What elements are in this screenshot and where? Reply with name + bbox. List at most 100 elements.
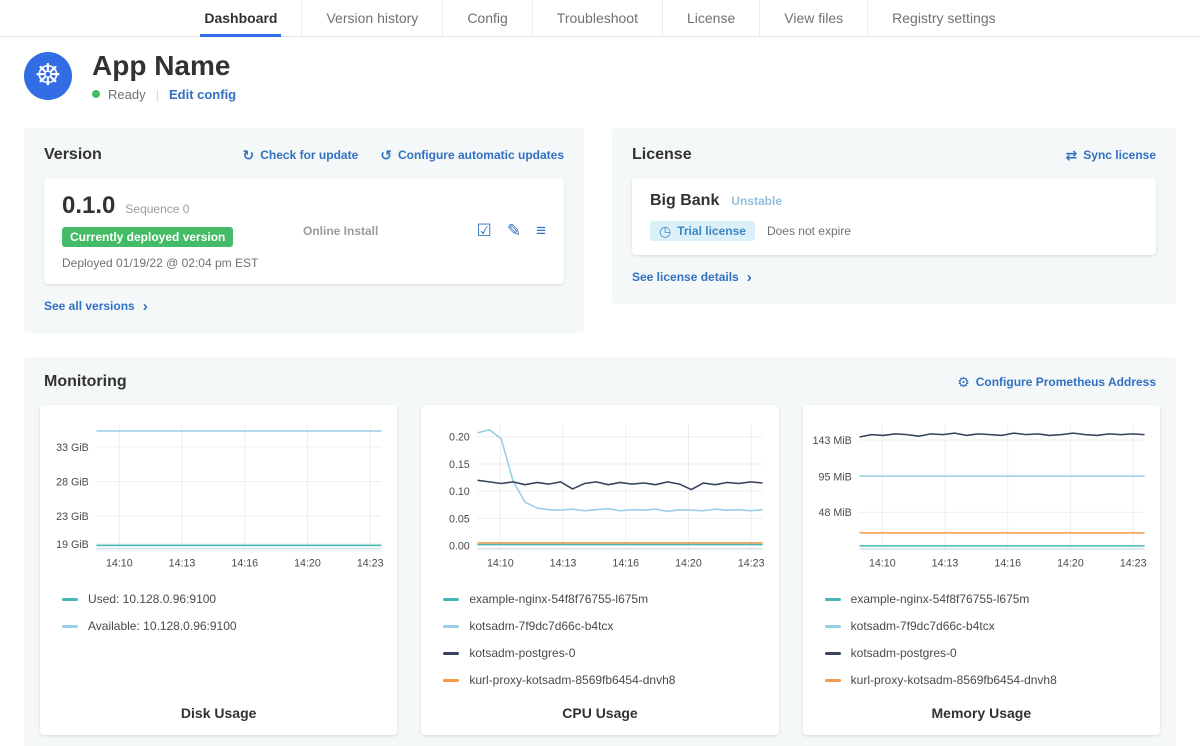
- app-status: Ready: [108, 87, 146, 102]
- tab-dashboard[interactable]: Dashboard: [180, 0, 301, 36]
- refresh-icon: ↻: [243, 148, 255, 162]
- release-notes-icon[interactable]: ≡: [536, 222, 546, 239]
- cpu-usage-legend: example-nginx-54f8f76755-l675m kotsadm-7f…: [443, 592, 770, 687]
- legend-item: kotsadm-postgres-0: [443, 646, 770, 660]
- current-version-card: 0.1.0 Sequence 0 Currently deployed vers…: [44, 178, 564, 284]
- preflight-checks-icon[interactable]: ☑: [477, 222, 492, 239]
- edit-config-icon[interactable]: ✎: [507, 222, 521, 239]
- tab-troubleshoot[interactable]: Troubleshoot: [532, 0, 662, 36]
- svg-text:14:23: 14:23: [357, 558, 384, 570]
- divider: |: [154, 87, 161, 102]
- legend-color-dash: [62, 598, 78, 601]
- legend-item: kurl-proxy-kotsadm-8569fb6454-dnvh8: [443, 673, 770, 687]
- memory-usage-chart: 143 MiB 95 MiB 48 MiB 14:10 14:13 14:16 14:20 1…: [811, 417, 1152, 580]
- legend-item: kotsadm-7f9dc7d66c-b4tcx: [825, 619, 1152, 633]
- check-for-update-link[interactable]: ↻ Check for update: [243, 148, 359, 162]
- svg-text:0.00: 0.00: [449, 541, 470, 553]
- sync-license-link[interactable]: ⇄ Sync license: [1066, 148, 1156, 162]
- svg-text:48 MiB: 48 MiB: [818, 508, 851, 520]
- see-all-versions-link[interactable]: See all versions ›: [44, 298, 148, 315]
- status-dot: [92, 90, 100, 98]
- svg-text:14:20: 14:20: [1057, 558, 1084, 570]
- svg-text:28 GiB: 28 GiB: [56, 477, 89, 489]
- license-card: Big Bank Unstable ◷ Trial license Does n…: [632, 178, 1156, 255]
- legend-color-dash: [825, 652, 841, 655]
- svg-text:14:10: 14:10: [487, 558, 514, 570]
- auto-update-icon: ↺: [380, 148, 392, 162]
- monitoring-panel: Monitoring ⚙ Configure Prometheus Addres…: [24, 357, 1176, 746]
- legend-label: kotsadm-7f9dc7d66c-b4tcx: [851, 619, 995, 633]
- svg-text:14:13: 14:13: [550, 558, 577, 570]
- svg-text:14:16: 14:16: [994, 558, 1021, 570]
- svg-text:14:10: 14:10: [106, 558, 133, 570]
- svg-text:14:20: 14:20: [675, 558, 702, 570]
- clock-icon: ◷: [659, 224, 671, 238]
- svg-text:14:20: 14:20: [294, 558, 321, 570]
- see-license-details-label: See license details: [632, 270, 739, 284]
- legend-label: Available: 10.128.0.96:9100: [88, 619, 237, 633]
- see-license-details-link[interactable]: See license details ›: [632, 269, 752, 286]
- disk-usage-chart-card: 33 GiB28 GiB23 GiB19 GiB14:1014:1314:161…: [40, 405, 397, 735]
- svg-text:143 MiB: 143 MiB: [812, 435, 851, 447]
- svg-text:23 GiB: 23 GiB: [56, 511, 89, 523]
- tab-license[interactable]: License: [662, 0, 759, 36]
- tab-view-files[interactable]: View files: [759, 0, 867, 36]
- helm-wheel-glyph: ☸: [35, 61, 62, 91]
- version-number: 0.1.0: [62, 192, 115, 220]
- license-expiry: Does not expire: [767, 224, 851, 238]
- configure-automatic-updates-label: Configure automatic updates: [398, 148, 564, 162]
- see-all-versions-label: See all versions: [44, 299, 135, 313]
- license-panel-title: License: [632, 146, 692, 164]
- legend-label: example-nginx-54f8f76755-l675m: [469, 592, 648, 606]
- legend-color-dash: [443, 625, 459, 628]
- app-title: App Name: [92, 51, 236, 82]
- svg-text:14:23: 14:23: [738, 558, 765, 570]
- tab-version-history[interactable]: Version history: [301, 0, 442, 36]
- legend-item: Available: 10.128.0.96:9100: [62, 619, 389, 633]
- legend-item: Used: 10.128.0.96:9100: [62, 592, 389, 606]
- configure-automatic-updates-link[interactable]: ↺ Configure automatic updates: [380, 148, 564, 162]
- kubernetes-logo-icon: ☸: [24, 52, 72, 100]
- svg-text:14:13: 14:13: [931, 558, 958, 570]
- tab-registry-settings[interactable]: Registry settings: [867, 0, 1019, 36]
- license-panel: License ⇄ Sync license Big Bank Unstable…: [612, 128, 1176, 305]
- install-type-label: Online Install: [303, 224, 461, 238]
- legend-label: kurl-proxy-kotsadm-8569fb6454-dnvh8: [851, 673, 1057, 687]
- svg-text:19 GiB: 19 GiB: [56, 539, 89, 551]
- legend-color-dash: [62, 625, 78, 628]
- sync-icon: ⇄: [1066, 148, 1078, 162]
- sync-license-label: Sync license: [1083, 148, 1156, 162]
- edit-config-link[interactable]: Edit config: [169, 87, 236, 102]
- chevron-right-icon: ›: [143, 298, 148, 315]
- legend-label: example-nginx-54f8f76755-l675m: [851, 592, 1030, 606]
- legend-color-dash: [825, 625, 841, 628]
- svg-text:14:23: 14:23: [1119, 558, 1146, 570]
- gear-icon: ⚙: [957, 375, 970, 389]
- svg-text:14:10: 14:10: [869, 558, 896, 570]
- legend-item: kotsadm-7f9dc7d66c-b4tcx: [443, 619, 770, 633]
- trial-license-badge: ◷ Trial license: [650, 221, 755, 241]
- svg-text:33 GiB: 33 GiB: [56, 442, 89, 454]
- cpu-usage-chart: 0.200.150.100.050.0014:1014:1314:1614:20…: [429, 417, 770, 580]
- legend-item: kotsadm-postgres-0: [825, 646, 1152, 660]
- license-name: Big Bank: [650, 192, 719, 210]
- monitoring-title: Monitoring: [44, 373, 127, 391]
- check-for-update-label: Check for update: [260, 148, 358, 162]
- disk-usage-legend: Used: 10.128.0.96:9100 Available: 10.128.…: [62, 592, 389, 633]
- chart-title: Memory Usage: [811, 697, 1152, 721]
- configure-prometheus-label: Configure Prometheus Address: [976, 375, 1156, 389]
- svg-text:95 MiB: 95 MiB: [818, 472, 851, 484]
- configure-prometheus-link[interactable]: ⚙ Configure Prometheus Address: [957, 375, 1156, 389]
- legend-item: example-nginx-54f8f76755-l675m: [825, 592, 1152, 606]
- status-row: Ready | Edit config: [92, 87, 236, 102]
- legend-color-dash: [825, 679, 841, 682]
- tab-config[interactable]: Config: [442, 0, 531, 36]
- svg-text:0.05: 0.05: [449, 514, 470, 526]
- chart-title: Disk Usage: [48, 697, 389, 721]
- legend-label: kotsadm-7f9dc7d66c-b4tcx: [469, 619, 613, 633]
- svg-text:14:16: 14:16: [231, 558, 258, 570]
- disk-usage-chart: 33 GiB28 GiB23 GiB19 GiB14:1014:1314:161…: [48, 417, 389, 580]
- legend-label: kurl-proxy-kotsadm-8569fb6454-dnvh8: [469, 673, 675, 687]
- top-nav: Dashboard Version history Config Trouble…: [0, 0, 1200, 37]
- version-sequence: Sequence 0: [125, 202, 189, 216]
